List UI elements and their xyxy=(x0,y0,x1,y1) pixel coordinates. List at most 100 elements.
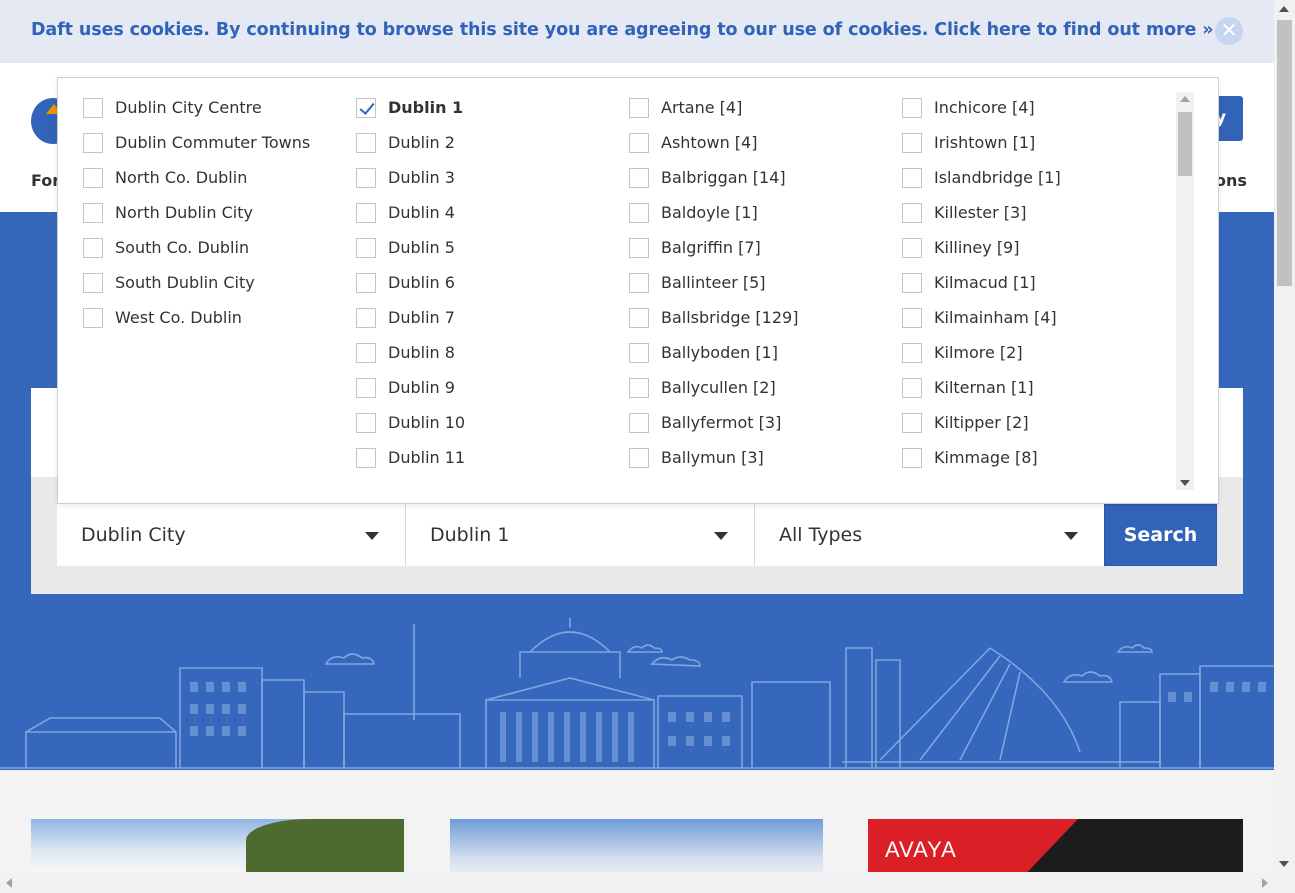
checkbox[interactable] xyxy=(83,168,103,188)
location-option-label: Ballyfermot [3] xyxy=(661,413,782,432)
checkbox[interactable] xyxy=(83,203,103,223)
checkbox[interactable] xyxy=(902,343,922,363)
ad-card[interactable]: AVAYA xyxy=(868,819,1243,872)
chevron-down-icon xyxy=(365,532,379,540)
location-option-label: Ballymun [3] xyxy=(661,448,764,467)
location-option-label: Kilmacud [1] xyxy=(934,273,1036,292)
location-option-label: North Dublin City xyxy=(115,203,253,222)
checkbox[interactable] xyxy=(629,273,649,293)
location-option-label: South Dublin City xyxy=(115,273,255,292)
checkbox[interactable] xyxy=(629,98,649,118)
checkbox[interactable] xyxy=(356,378,376,398)
nav-item-last[interactable]: ons xyxy=(1215,171,1247,190)
location-option-label: Killiney [9] xyxy=(934,238,1020,257)
location-option-label: Kimmage [8] xyxy=(934,448,1038,467)
location-option-label: Ballyboden [1] xyxy=(661,343,778,362)
location-option-label: Balbriggan [14] xyxy=(661,168,786,187)
page-horizontal-scrollbar[interactable] xyxy=(0,873,1274,893)
location-option-label: Dublin 11 xyxy=(388,448,466,467)
location-option-label: Dublin 3 xyxy=(388,168,455,187)
location-option-label: Dublin 2 xyxy=(388,133,455,152)
checkbox-checked[interactable] xyxy=(356,98,376,118)
scrollbar-corner xyxy=(1274,873,1295,893)
scroll-down-icon[interactable] xyxy=(1279,861,1289,867)
location-option-label: Dublin 1 xyxy=(388,98,464,117)
location-option-label: Ashtown [4] xyxy=(661,133,758,152)
checkbox[interactable] xyxy=(356,448,376,468)
checkbox[interactable] xyxy=(629,133,649,153)
checkbox[interactable] xyxy=(902,168,922,188)
checkbox[interactable] xyxy=(629,448,649,468)
scroll-left-icon[interactable] xyxy=(6,878,12,888)
page-vertical-scrollbar[interactable] xyxy=(1274,0,1295,873)
checkbox[interactable] xyxy=(902,238,922,258)
area-select[interactable]: Dublin City xyxy=(57,504,406,566)
checkbox[interactable] xyxy=(356,308,376,328)
checkbox[interactable] xyxy=(629,308,649,328)
checkbox[interactable] xyxy=(902,378,922,398)
checkbox[interactable] xyxy=(902,308,922,328)
checkbox[interactable] xyxy=(83,133,103,153)
location-option-label: Inchicore [4] xyxy=(934,98,1035,117)
location-option-label: Dublin 6 xyxy=(388,273,455,292)
checkbox[interactable] xyxy=(83,98,103,118)
dropdown-scrollbar[interactable] xyxy=(1176,92,1194,490)
checkbox[interactable] xyxy=(629,168,649,188)
location-option-label: Dublin 7 xyxy=(388,308,455,327)
checkbox[interactable] xyxy=(902,203,922,223)
checkbox[interactable] xyxy=(902,448,922,468)
scroll-up-icon[interactable] xyxy=(1180,96,1190,102)
checkbox[interactable] xyxy=(629,413,649,433)
checkbox[interactable] xyxy=(83,308,103,328)
location-option-label: South Co. Dublin xyxy=(115,238,250,257)
checkbox[interactable] xyxy=(356,273,376,293)
checkbox[interactable] xyxy=(356,203,376,223)
location-option-label: North Co. Dublin xyxy=(115,168,248,187)
promo-card-park[interactable] xyxy=(31,819,404,872)
scroll-up-icon[interactable] xyxy=(1279,6,1289,12)
location-option-label: Dublin 8 xyxy=(388,343,455,362)
scroll-down-icon[interactable] xyxy=(1180,480,1190,486)
location-select-value: Dublin 1 xyxy=(430,524,510,546)
area-select-value: Dublin City xyxy=(81,524,186,546)
location-option-label: Dublin Commuter Towns xyxy=(115,133,311,152)
nav-item-first[interactable]: For xyxy=(31,171,60,190)
location-option-label: Dublin 5 xyxy=(388,238,455,257)
promo-card-sky[interactable] xyxy=(450,819,823,872)
scroll-right-icon[interactable] xyxy=(1262,878,1268,888)
location-option-label: Killester [3] xyxy=(934,203,1027,222)
location-option-label: Dublin 10 xyxy=(388,413,466,432)
chevron-down-icon xyxy=(714,532,728,540)
checkbox[interactable] xyxy=(83,273,103,293)
location-dropdown-panel: Dublin City Centre Dublin Commuter Towns N… xyxy=(57,77,1219,504)
dropdown-scrollbar-thumb[interactable] xyxy=(1178,112,1192,176)
checkbox[interactable] xyxy=(629,203,649,223)
location-option-label: Ballsbridge [129] xyxy=(661,308,799,327)
checkbox[interactable] xyxy=(83,238,103,258)
search-button[interactable]: Search xyxy=(1104,504,1217,566)
checkbox[interactable] xyxy=(629,238,649,258)
location-option-label: Dublin 9 xyxy=(388,378,455,397)
checkbox[interactable] xyxy=(902,133,922,153)
checkbox[interactable] xyxy=(356,133,376,153)
location-option-label: Kilternan [1] xyxy=(934,378,1034,397)
cookie-close-icon[interactable]: ✕ xyxy=(1215,17,1243,45)
checkbox[interactable] xyxy=(902,98,922,118)
checkbox[interactable] xyxy=(356,238,376,258)
checkbox[interactable] xyxy=(629,378,649,398)
checkbox[interactable] xyxy=(902,413,922,433)
property-type-select-value: All Types xyxy=(779,524,863,546)
page-scrollbar-thumb[interactable] xyxy=(1277,20,1292,286)
property-type-select[interactable]: All Types xyxy=(755,504,1104,566)
checkbox[interactable] xyxy=(629,343,649,363)
checkbox[interactable] xyxy=(356,413,376,433)
cookie-notice-link[interactable]: Daft uses cookies. By continuing to brow… xyxy=(31,20,1214,40)
checkbox[interactable] xyxy=(356,168,376,188)
location-select[interactable]: Dublin 1 xyxy=(406,504,755,566)
chevron-down-icon xyxy=(1064,532,1078,540)
location-option-label: Ballycullen [2] xyxy=(661,378,776,397)
checkbox[interactable] xyxy=(902,273,922,293)
location-option-label: Dublin City Centre xyxy=(115,98,262,117)
checkbox[interactable] xyxy=(356,343,376,363)
location-option-label: Dublin 4 xyxy=(388,203,455,222)
